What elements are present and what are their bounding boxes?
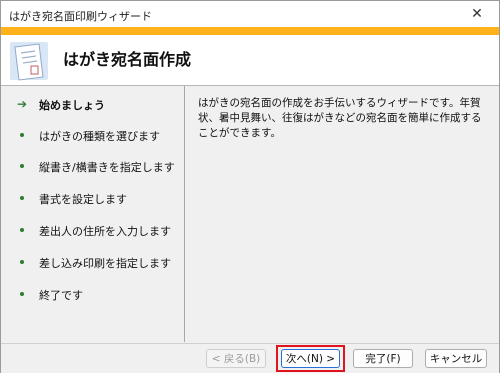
step-label: 縦書き/横書きを指定します — [39, 161, 175, 174]
step-item-postcard-type: はがきの種類を選びます — [1, 125, 184, 145]
back-button[interactable]: < 戻る(B) — [206, 349, 266, 368]
cancel-button[interactable]: キャンセル — [425, 349, 487, 368]
bullet-icon — [15, 287, 29, 301]
wizard-window: はがき宛名面印刷ウィザード ✕ はがき宛名面作成 ➔ 始めましょう はがきの種類… — [0, 0, 500, 373]
postcard-icon — [10, 42, 48, 81]
step-item-mail-merge: 差し込み印刷を指定します — [1, 252, 184, 272]
page-title: はがき宛名面作成 — [63, 50, 192, 69]
step-item-sender-address: 差出人の住所を入力します — [1, 220, 184, 240]
next-button[interactable]: 次へ(N) > — [281, 349, 340, 368]
step-label: 終了です — [39, 289, 83, 302]
window-title: はがき宛名面印刷ウィザード — [9, 10, 152, 23]
step-label: 書式を設定します — [39, 193, 127, 206]
bullet-icon — [15, 255, 29, 269]
bullet-icon — [15, 191, 29, 205]
close-button[interactable]: ✕ — [455, 1, 499, 27]
wizard-header: はがき宛名面作成 — [1, 35, 499, 86]
step-item-start: ➔ 始めましょう — [1, 94, 184, 114]
header-accent-bar — [1, 27, 499, 35]
step-item-format: 書式を設定します — [1, 188, 184, 208]
bullet-icon — [15, 223, 29, 237]
wizard-content: ➔ 始めましょう はがきの種類を選びます 縦書き/横書きを指定します 書式を設定… — [1, 86, 499, 342]
current-step-arrow-icon: ➔ — [16, 97, 28, 111]
step-item-finish: 終了です — [1, 284, 184, 304]
step-label: はがきの種類を選びます — [39, 130, 160, 143]
step-label: 差し込み印刷を指定します — [39, 257, 171, 270]
step-label: 差出人の住所を入力します — [39, 225, 171, 238]
step-item-writing-direction: 縦書き/横書きを指定します — [1, 156, 184, 176]
title-bar: はがき宛名面印刷ウィザード ✕ — [1, 1, 499, 27]
step-label: 始めましょう — [39, 99, 105, 112]
button-bar: < 戻る(B) 次へ(N) > 完了(F) キャンセル — [1, 343, 499, 373]
close-icon: ✕ — [471, 6, 483, 22]
finish-button[interactable]: 完了(F) — [353, 349, 413, 368]
bullet-icon — [15, 159, 29, 173]
bullet-icon — [15, 128, 29, 142]
wizard-description: はがきの宛名面の作成をお手伝いするウィザードです。年賀状、暑中見舞い、往復はがき… — [198, 97, 482, 139]
step-list: ➔ 始めましょう はがきの種類を選びます 縦書き/横書きを指定します 書式を設定… — [1, 86, 185, 342]
